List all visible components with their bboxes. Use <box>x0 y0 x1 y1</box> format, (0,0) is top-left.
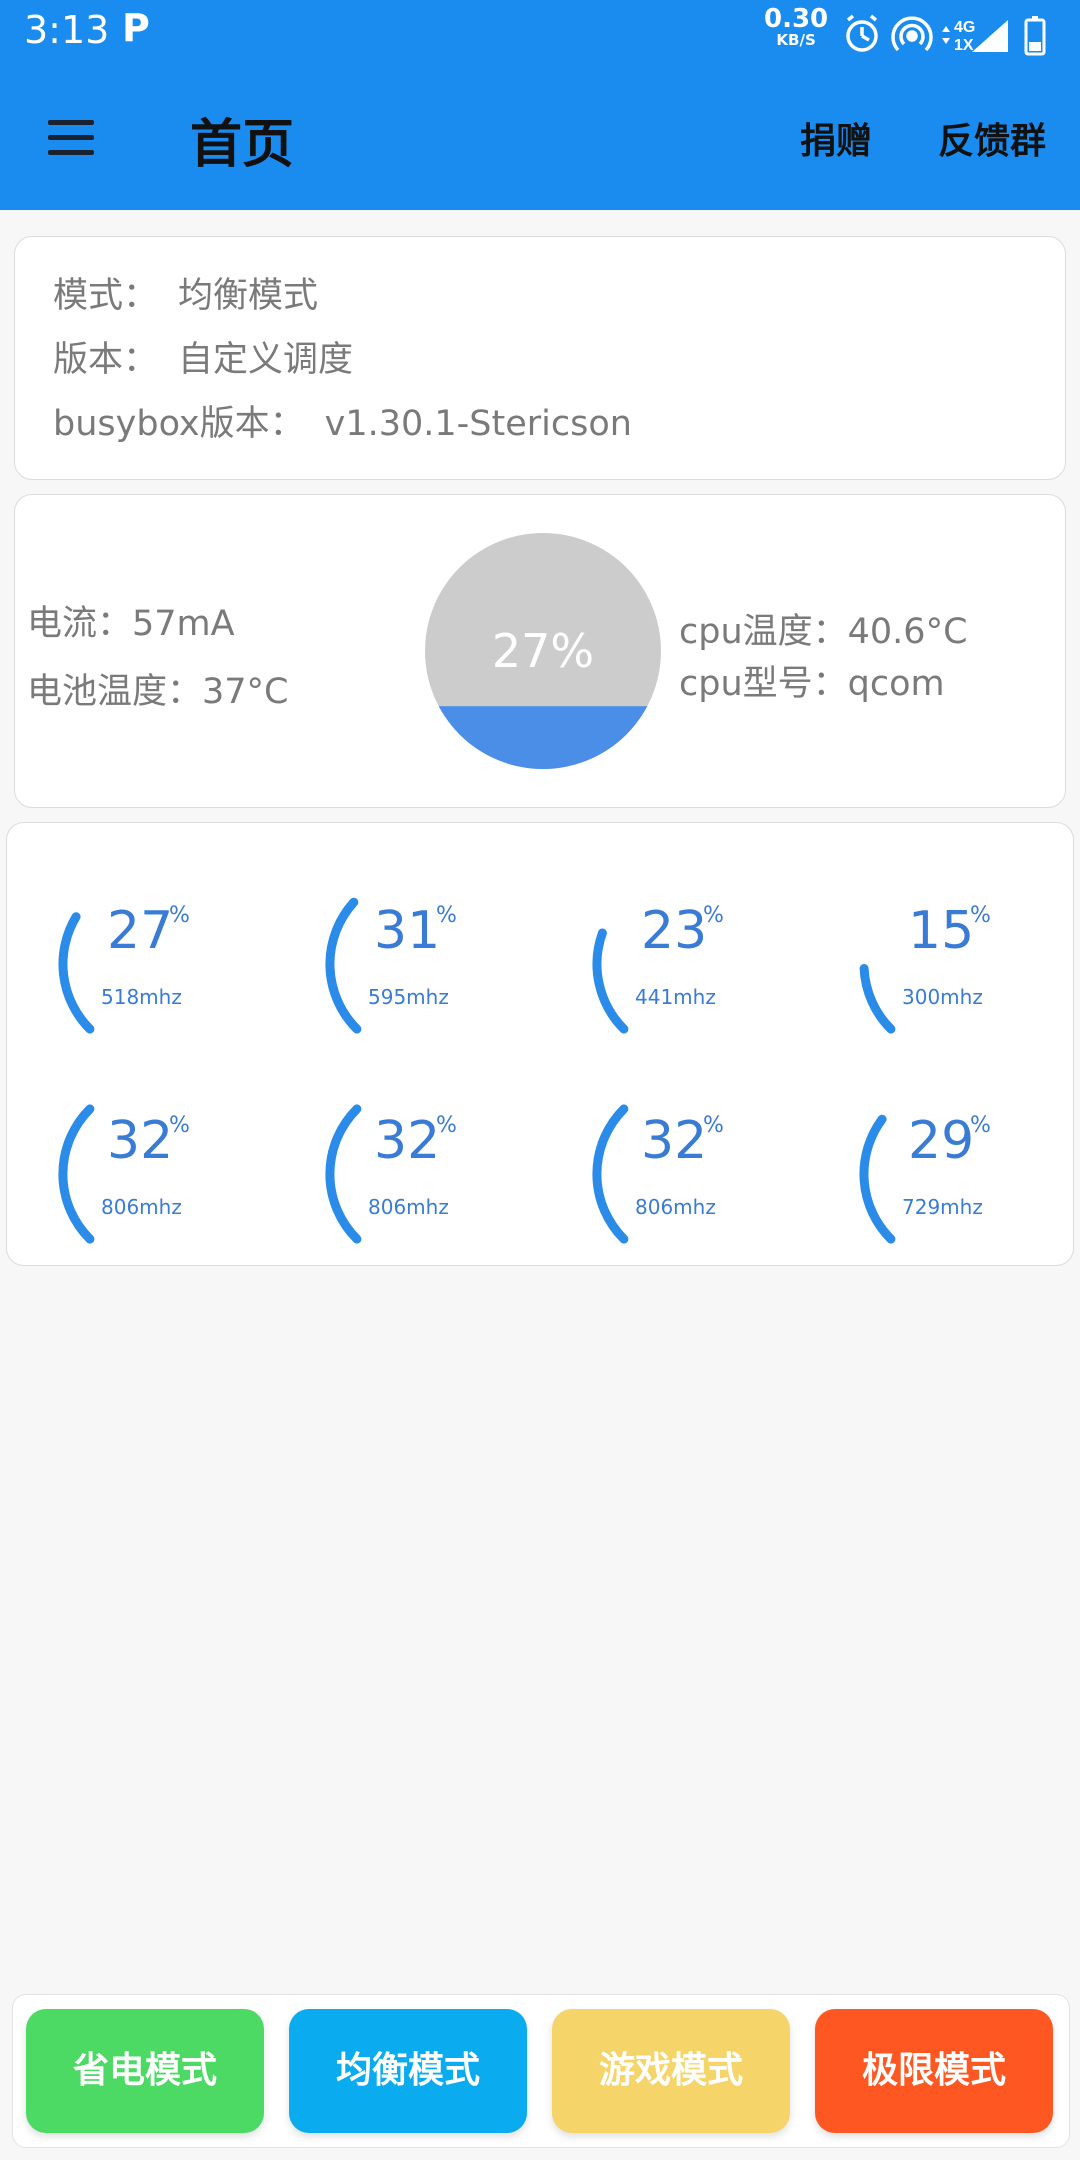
cpu-core-gauge: 32% 806mhz <box>45 1079 285 1269</box>
mode-value: 均衡模式 <box>178 276 319 316</box>
signal-icon: 4G 1X <box>942 19 1008 54</box>
cpu-core-gauge: 27% 518mhz <box>45 869 285 1059</box>
cpu-temp-text: cpu温度：40.6°C <box>679 612 968 652</box>
page-title: 首页 <box>190 115 295 175</box>
core-load-arc <box>592 928 629 1034</box>
parking-notification-icon: P <box>122 6 150 50</box>
core-frequency: 518mhz <box>101 985 182 1009</box>
status-bar: 3:13 P 0.30 KB/S 4G 1X <box>0 0 1080 66</box>
core-frequency: 595mhz <box>368 985 449 1009</box>
core-load-value: 32 <box>641 1111 708 1171</box>
core-frequency: 729mhz <box>902 1195 983 1219</box>
mode-row: 模式： 均衡模式 <box>53 267 318 318</box>
core-frequency: 806mhz <box>101 1195 182 1219</box>
cpu-cores-card: 27% 518mhz 31% 595mhz 23% 441mhz 15% 300mhz 32% 8… <box>6 822 1074 1266</box>
battery-temp-text: 电池温度：37°C <box>27 672 289 712</box>
core-load-arc-path <box>592 1104 629 1244</box>
core-load-percent-symbol: % <box>970 903 991 928</box>
core-load-arc-path <box>325 897 362 1034</box>
feedback-group-button[interactable]: 反馈群 <box>938 112 1046 164</box>
mode-label: 模式： <box>53 276 159 316</box>
donate-button[interactable]: 捐赠 <box>800 112 872 164</box>
hotspot-icon <box>891 16 933 52</box>
core-load-arc <box>859 1114 896 1244</box>
core-load-value: 31 <box>374 901 441 961</box>
balanced-mode-button[interactable]: 均衡模式 <box>289 2009 527 2133</box>
core-load-arc-path <box>58 1104 95 1244</box>
core-load-percent-symbol: % <box>703 903 724 928</box>
version-value: 自定义调度 <box>178 340 354 380</box>
mode-button-bar: 省电模式 均衡模式 游戏模式 极限模式 <box>12 1994 1070 2148</box>
core-frequency: 806mhz <box>368 1195 449 1219</box>
cpu-core-gauge: 32% 806mhz <box>579 1079 819 1269</box>
battery-circle: 27% <box>425 533 661 769</box>
core-load-arc-path <box>592 928 629 1034</box>
info-card: 模式： 均衡模式 版本： 自定义调度 busybox版本： v1.30.1-Steri… <box>14 236 1066 480</box>
cpu-core-gauge: 29% 729mhz <box>846 1079 1080 1269</box>
menu-icon[interactable] <box>44 116 98 160</box>
core-load-value: 23 <box>641 901 708 961</box>
core-load-arc <box>859 964 896 1034</box>
core-load-percent-symbol: % <box>970 1113 991 1138</box>
svg-text:1X: 1X <box>954 37 974 54</box>
core-load-arc-path <box>325 1104 362 1244</box>
extreme-mode-button[interactable]: 极限模式 <box>815 2009 1053 2133</box>
version-label: 版本： <box>53 340 159 380</box>
busybox-label: busybox版本： <box>53 404 305 444</box>
busybox-row: busybox版本： v1.30.1-Stericson <box>53 395 632 446</box>
game-mode-button[interactable]: 游戏模式 <box>552 2009 790 2133</box>
core-load-arc-path <box>859 964 896 1034</box>
core-load-arc <box>592 1104 629 1244</box>
cpu-core-gauge: 23% 441mhz <box>579 869 819 1059</box>
core-load-percent-symbol: % <box>169 1113 190 1138</box>
core-frequency: 441mhz <box>635 985 716 1009</box>
status-time: 3:13 <box>24 8 110 52</box>
core-load-arc-path <box>859 1114 896 1244</box>
current-text: 电流：57mA <box>27 604 235 644</box>
core-frequency: 300mhz <box>902 985 983 1009</box>
battery-fill <box>425 706 661 769</box>
core-load-value: 27 <box>107 901 174 961</box>
core-load-percent-symbol: % <box>436 1113 457 1138</box>
version-row: 版本： 自定义调度 <box>53 331 353 382</box>
core-load-value: 32 <box>107 1111 174 1171</box>
cpu-core-gauge: 15% 300mhz <box>846 869 1080 1059</box>
core-load-percent-symbol: % <box>169 903 190 928</box>
core-load-arc <box>58 912 95 1034</box>
core-load-arc <box>58 1104 95 1244</box>
core-load-arc <box>325 1104 362 1244</box>
alarm-icon <box>846 14 878 52</box>
core-load-value: 15 <box>908 901 975 961</box>
net-speed-unit: KB/S <box>776 31 816 49</box>
status-icons: 4G 1X <box>846 14 1046 56</box>
core-load-value: 29 <box>908 1111 975 1171</box>
net-speed-value: 0.30 <box>764 4 829 34</box>
power-saving-mode-button[interactable]: 省电模式 <box>26 2009 264 2133</box>
core-load-arc <box>325 897 362 1034</box>
svg-text:4G: 4G <box>954 19 975 36</box>
cpu-core-gauge: 32% 806mhz <box>312 1079 552 1269</box>
battery-icon <box>1024 16 1046 56</box>
busybox-value: v1.30.1-Stericson <box>324 404 632 444</box>
core-load-value: 32 <box>374 1111 441 1171</box>
battery-percent: 27% <box>492 624 594 678</box>
status-card: 电流：57mA 电池温度：37°C 27% cpu温度：40.6°C cpu型号… <box>14 494 1066 808</box>
core-load-percent-symbol: % <box>436 903 457 928</box>
app-bar: 首页 捐赠 反馈群 <box>0 66 1080 210</box>
core-frequency: 806mhz <box>635 1195 716 1219</box>
cpu-core-gauge: 31% 595mhz <box>312 869 552 1059</box>
core-load-percent-symbol: % <box>703 1113 724 1138</box>
core-load-arc-path <box>58 912 95 1034</box>
net-speed: 0.30 KB/S <box>764 6 828 48</box>
cpu-model-text: cpu型号：qcom <box>679 664 945 704</box>
